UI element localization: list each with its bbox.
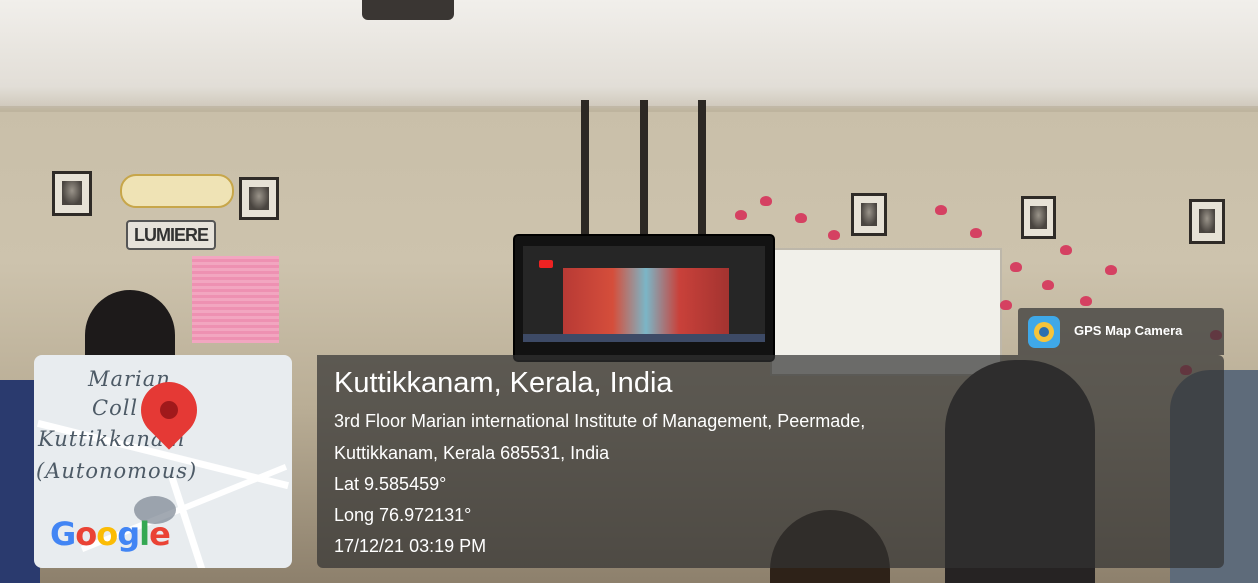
heart-decoration bbox=[1080, 296, 1092, 306]
tv-screen bbox=[515, 236, 773, 360]
tv-mount-pole bbox=[698, 100, 706, 238]
heart-decoration bbox=[795, 213, 807, 223]
projector bbox=[362, 0, 454, 20]
video-logo-icon bbox=[539, 260, 553, 268]
portrait-frame bbox=[1021, 196, 1056, 239]
tv-mount-pole bbox=[640, 100, 648, 240]
ceiling bbox=[0, 0, 1258, 108]
map-label: (Autonomous) bbox=[36, 459, 198, 483]
address-line: 3rd Floor Marian international Institute… bbox=[334, 411, 866, 431]
tv-mount-pole bbox=[581, 100, 589, 242]
classroom-photo: LUMIERE GPS Map Camera Marian Coll Kutti… bbox=[0, 0, 1258, 583]
heart-decoration bbox=[1105, 265, 1117, 275]
heart-decoration bbox=[1060, 245, 1072, 255]
notice-sheet bbox=[192, 256, 279, 343]
map-label: Coll bbox=[92, 396, 139, 420]
portrait-frame bbox=[52, 171, 92, 216]
heart-decoration bbox=[970, 228, 982, 238]
gps-map-camera-icon bbox=[1028, 316, 1060, 348]
taskbar bbox=[523, 334, 765, 342]
app-badge-label: GPS Map Camera bbox=[1074, 323, 1183, 338]
heart-decoration bbox=[828, 230, 840, 240]
heart-decoration bbox=[760, 196, 772, 206]
latitude: Lat 9.585459° bbox=[334, 474, 447, 494]
timestamp: 17/12/21 03:19 PM bbox=[334, 536, 487, 556]
heart-decoration bbox=[735, 210, 747, 220]
location-title: Kuttikkanam, Kerala, India bbox=[334, 367, 673, 399]
portrait-frame bbox=[239, 177, 279, 220]
tv-display bbox=[523, 246, 765, 342]
wall-cloud-sign bbox=[120, 174, 234, 208]
heart-decoration bbox=[1000, 300, 1012, 310]
wall-edge bbox=[0, 106, 1258, 112]
wall-banner: LUMIERE bbox=[126, 220, 216, 250]
google-logo: Google bbox=[50, 515, 171, 553]
video-frame bbox=[563, 268, 729, 338]
heart-decoration bbox=[935, 205, 947, 215]
location-info-panel: Kuttikkanam, Kerala, India 3rd Floor Mar… bbox=[317, 355, 1224, 568]
address-line: Kuttikkanam, Kerala 685531, India bbox=[334, 443, 610, 463]
app-badge: GPS Map Camera bbox=[1018, 308, 1224, 355]
longitude: Long 76.972131° bbox=[334, 505, 472, 525]
heart-decoration bbox=[1010, 262, 1022, 272]
heart-decoration bbox=[1042, 280, 1054, 290]
portrait-frame bbox=[1189, 199, 1225, 244]
map-road bbox=[168, 476, 207, 568]
portrait-frame bbox=[851, 193, 887, 236]
map-thumbnail: Marian Coll Kuttikkanam (Autonomous) Goo… bbox=[34, 355, 292, 568]
